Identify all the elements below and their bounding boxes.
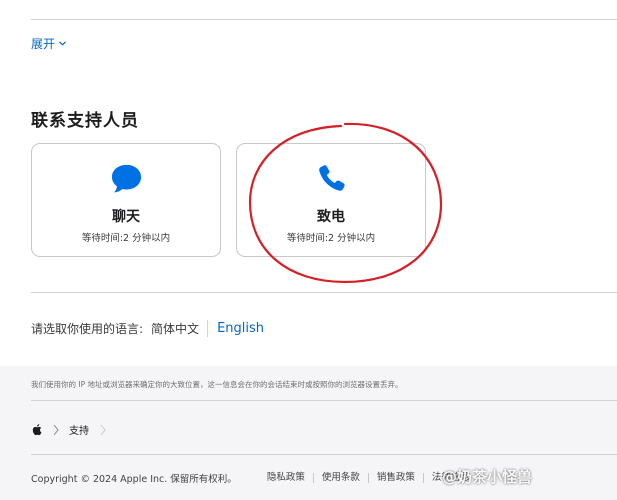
footer-divider <box>31 400 617 401</box>
chevron-down-icon <box>59 41 66 46</box>
language-current[interactable]: 简体中文 <box>151 320 209 337</box>
sales-policy-link[interactable]: 销售政策 <box>367 473 423 483</box>
language-selector: 请选取你使用的语言: 简体中文 English <box>31 320 264 337</box>
middle-divider <box>31 292 617 293</box>
footer-legal-row: Copyright © 2024 Apple Inc. 保留所有权利。 隐私政策… <box>31 471 478 486</box>
expand-label: 展开 <box>31 37 56 51</box>
apple-logo-icon[interactable] <box>31 423 42 436</box>
chat-bubble-icon <box>32 162 220 196</box>
call-title: 致电 <box>317 209 345 225</box>
chat-option-card[interactable]: 聊天 等待时间:2 分钟以内 <box>31 143 221 257</box>
language-label: 请选取你使用的语言: <box>31 322 144 336</box>
call-wait-time: 等待时间:2 分钟以内 <box>286 233 376 244</box>
copyright-text: Copyright © 2024 Apple Inc. 保留所有权利。 <box>31 474 237 485</box>
top-divider <box>31 19 617 20</box>
call-option-card[interactable]: 致电 等待时间:2 分钟以内 <box>236 143 426 257</box>
support-page: 展开 联系支持人员 聊天 等待时间:2 分钟以内 致电 等待时间:2 分钟以内 … <box>0 0 617 500</box>
footer-bottom-divider <box>31 454 617 455</box>
phone-icon <box>237 162 425 196</box>
terms-of-use-link[interactable]: 使用条款 <box>312 473 368 483</box>
breadcrumb-chevron-icon <box>100 424 106 435</box>
privacy-policy-link[interactable]: 隐私政策 <box>267 473 313 483</box>
language-english-link[interactable]: English <box>208 321 264 336</box>
chat-title: 聊天 <box>112 209 140 225</box>
footer: 我们使用你的 IP 地址或浏览器来确定你的大致位置，这一信息会在你的会话结束时或… <box>0 366 617 500</box>
privacy-notice: 我们使用你的 IP 地址或浏览器来确定你的大致位置，这一信息会在你的会话结束时或… <box>31 380 403 389</box>
breadcrumb: 支持 <box>31 422 107 437</box>
chat-wait-time: 等待时间:2 分钟以内 <box>81 233 171 244</box>
breadcrumb-support[interactable]: 支持 <box>69 422 89 437</box>
contact-support-title: 联系支持人员 <box>31 111 139 131</box>
watermark: @奶茶小怪兽 <box>442 468 533 486</box>
expand-link[interactable]: 展开 <box>31 35 67 52</box>
breadcrumb-chevron-icon <box>53 424 59 435</box>
